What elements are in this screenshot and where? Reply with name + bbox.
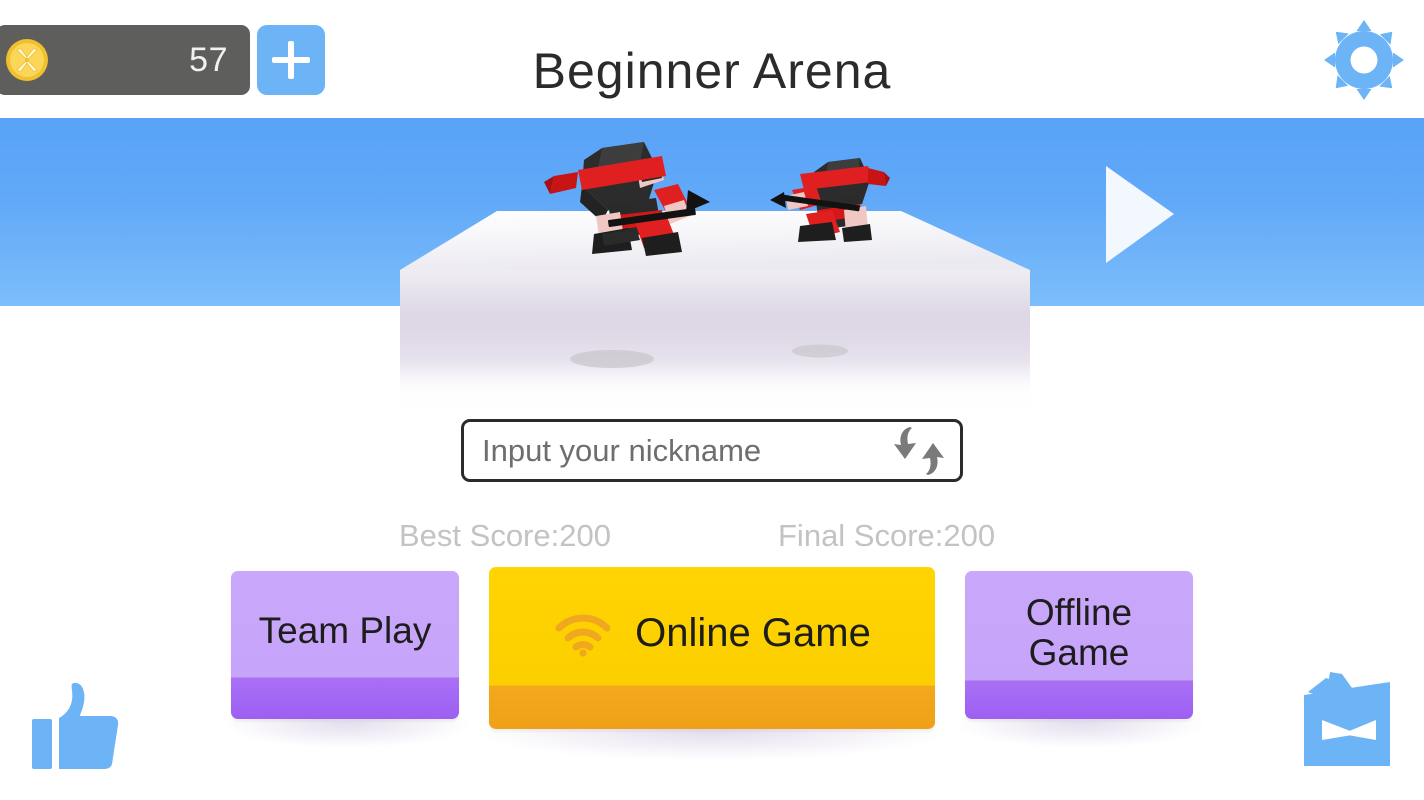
thumbs-up-icon (32, 682, 119, 769)
page-title: Beginner Arena (532, 43, 892, 99)
best-score-label: Best Score:200 (399, 518, 611, 553)
offline-game-button[interactable]: Offline Game (965, 571, 1193, 719)
next-arena-button[interactable] (1100, 162, 1178, 267)
final-score-label: Final Score:200 (778, 518, 996, 553)
settings-button[interactable] (1316, 12, 1412, 108)
ninja-mascot-face-icon (1304, 672, 1390, 766)
nickname-input[interactable]: Input your nickname (461, 419, 963, 482)
ninja-character-right (770, 148, 892, 248)
like-button[interactable] (28, 678, 128, 780)
wifi-icon (553, 611, 613, 657)
team-play-button[interactable]: Team Play (231, 571, 459, 719)
arena-scene-background (0, 118, 1424, 306)
offline-game-label-line1: Offline (1025, 592, 1133, 634)
top-bar: 57 Beginner Arena (0, 0, 1424, 118)
nickname-placeholder: Input your nickname (482, 432, 762, 468)
online-game-label: Online Game (635, 611, 871, 656)
score-row: Best Score:200 Final Score:200 (0, 518, 1424, 564)
offline-game-label-line2: Game (1028, 632, 1130, 673)
shuffle-arrows-icon[interactable] (888, 423, 950, 479)
team-play-label: Team Play (258, 610, 432, 652)
gear-icon (1324, 20, 1404, 100)
online-game-button[interactable]: Online Game (489, 567, 935, 729)
mascot-button[interactable] (1290, 668, 1412, 784)
game-screen: 57 Beginner Arena Input your nickname Be… (0, 0, 1424, 800)
ninja-character-left (536, 128, 712, 258)
